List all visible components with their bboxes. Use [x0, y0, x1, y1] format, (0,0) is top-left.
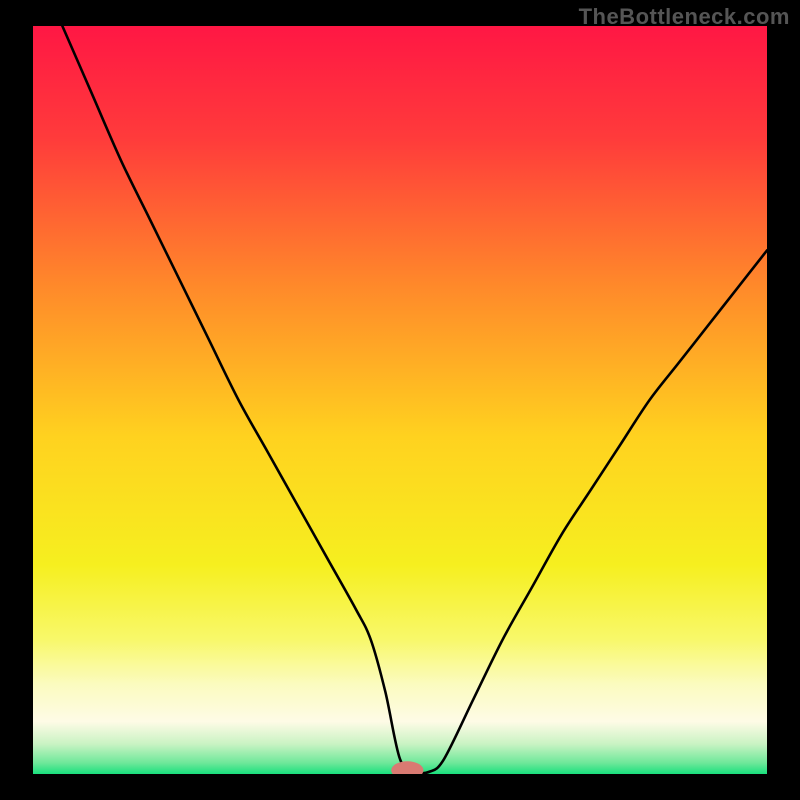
plot-area: [33, 26, 767, 774]
bottleneck-chart: [33, 26, 767, 774]
chart-frame: TheBottleneck.com: [0, 0, 800, 800]
gradient-background: [33, 26, 767, 774]
watermark-text: TheBottleneck.com: [579, 4, 790, 30]
